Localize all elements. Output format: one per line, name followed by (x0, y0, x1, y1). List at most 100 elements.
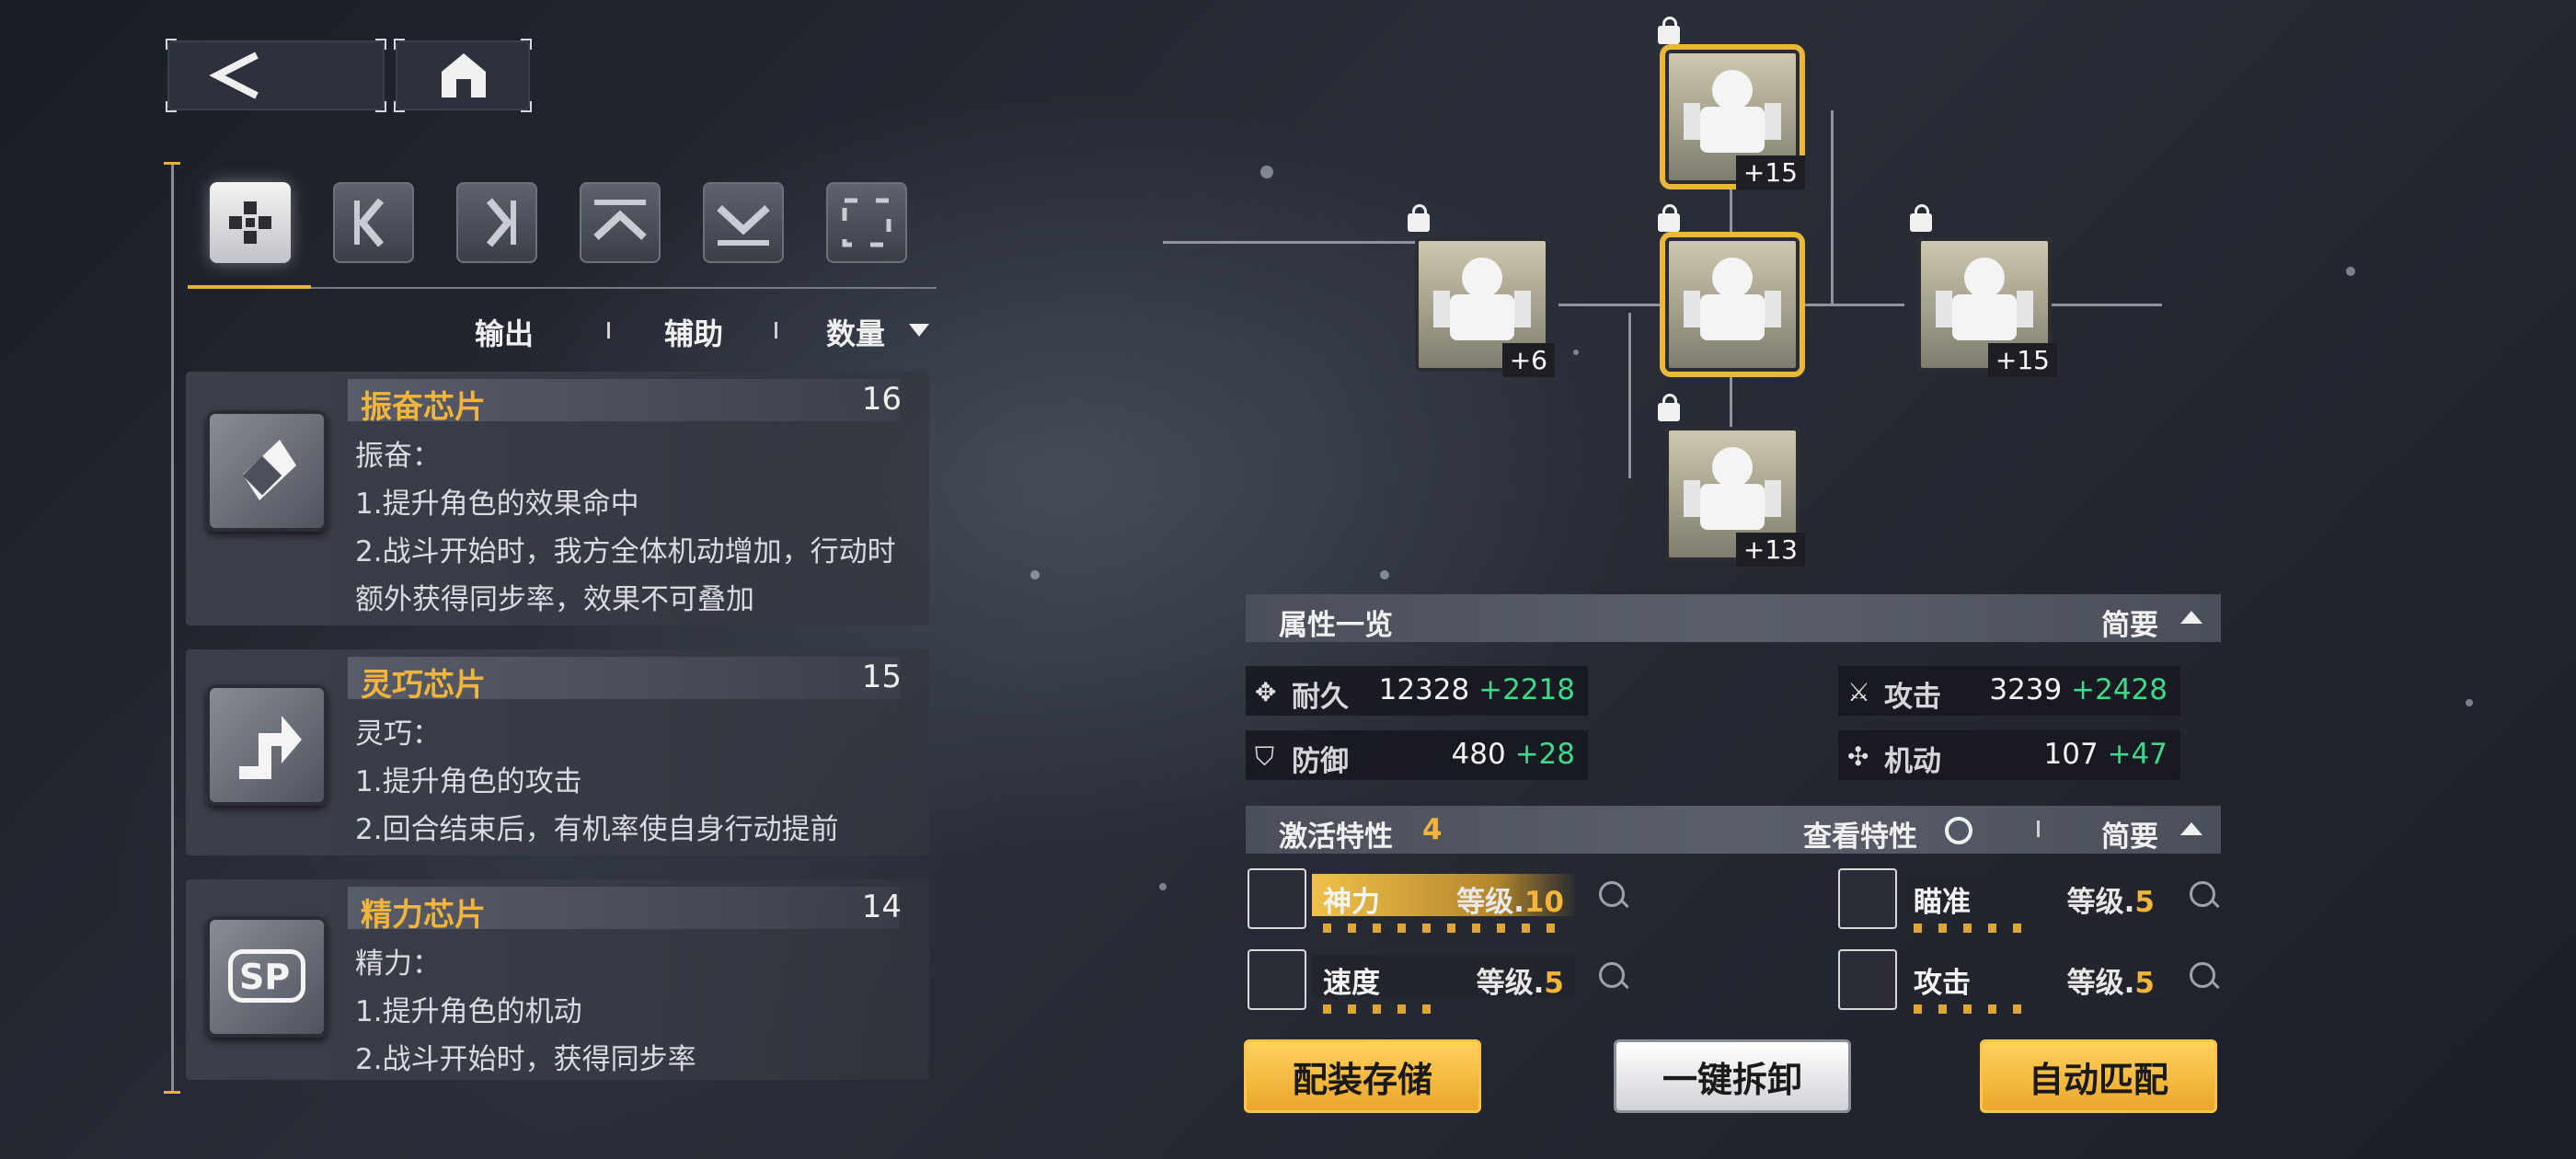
filter-active-underline (188, 285, 311, 289)
chip-desc: 精力： (355, 947, 441, 981)
home-button[interactable] (394, 39, 532, 112)
filter-left[interactable] (333, 182, 414, 263)
trait-item[interactable]: 攻击 等级.5 (1838, 949, 2225, 1014)
attack-trait-icon (1838, 949, 1897, 1010)
stat-mobility: ✣ 机动 107 +47 (1838, 730, 2180, 780)
traits-toggle[interactable]: 简要 (2101, 813, 2158, 855)
save-loadout-button[interactable]: 配装存储 (1244, 1039, 1481, 1113)
stat-defense: ⛉ 防御 480 +28 (1246, 730, 1588, 780)
auto-match-button[interactable]: 自动匹配 (1980, 1039, 2217, 1113)
circuit-line (1628, 313, 1631, 478)
circuit-line (1730, 184, 1732, 239)
circuit-line (1831, 110, 1834, 304)
chip-desc: 额外获得同步率，效果不可叠加 (355, 583, 754, 616)
stat-durability: ✥ 耐久 12328 +2218 (1246, 666, 1588, 716)
all-filter-icon (229, 201, 271, 244)
chip-desc: 2.战斗开始时，获得同步率 (355, 1043, 696, 1076)
collapse-icon[interactable] (2180, 611, 2202, 624)
attributes-toggle[interactable]: 简要 (2101, 602, 2158, 643)
module-level: +13 (1735, 533, 1805, 567)
chip-desc: 1.提升角色的效果命中 (355, 488, 639, 521)
sort-output[interactable]: 输出 (475, 311, 534, 353)
chip-desc: 1.提升角色的攻击 (355, 765, 582, 798)
chip-title: 灵巧芯片 (361, 667, 486, 704)
up-chevron-filter-icon (593, 200, 647, 240)
chip-card[interactable]: 灵巧芯片 15 灵巧： 1.提升角色的攻击 2.回合结束后，有机率使自身行动提前 (186, 649, 929, 855)
chip-desc: 2.回合结束后，有机率使自身行动提前 (355, 813, 839, 846)
shield-icon: ⛉ (1255, 741, 1275, 772)
unequip-all-button[interactable]: 一键拆卸 (1614, 1039, 1851, 1113)
module-level: +15 (1987, 343, 2057, 377)
down-chevron-filter-icon (717, 205, 770, 246)
traits-title: 激活特性 (1279, 820, 1393, 854)
module-slot-bottom[interactable]: +13 (1658, 394, 1805, 567)
view-traits-button[interactable]: 查看特性 (1803, 813, 1917, 855)
trait-item[interactable]: 神力 等级.10 (1248, 868, 1634, 933)
module-slot-center[interactable] (1658, 204, 1800, 372)
collapse-icon[interactable] (2180, 822, 2202, 835)
traits-count: 4 (1422, 813, 1443, 846)
chip-card[interactable]: SP 精力芯片 14 精力： 1.提升角色的机动 2.战斗开始时，获得同步率 (186, 879, 929, 1080)
attributes-header: 属性一览 简要 (1246, 594, 2221, 642)
agile-chip-icon (206, 684, 328, 806)
chip-desc: 1.提升角色的机动 (355, 995, 582, 1028)
chip-desc: 振奋： (355, 440, 441, 473)
filter-up[interactable] (580, 182, 661, 263)
filter-frame[interactable] (826, 182, 907, 263)
lock-icon (1658, 17, 1680, 44)
module-slot-top[interactable]: +15 (1658, 17, 1805, 189)
module-slot-right[interactable]: +15 (1910, 204, 2057, 377)
rail-top-cap (164, 162, 180, 165)
filter-all[interactable] (210, 182, 291, 263)
filter-down[interactable] (703, 182, 784, 263)
energy-chip-icon: SP (206, 916, 328, 1038)
left-bracket-filter-icon (354, 198, 385, 247)
chip-desc: 2.战斗开始时，我方全体机动增加，行动时 (355, 535, 896, 568)
trait-item[interactable]: 速度 等级.5 (1248, 949, 1634, 1014)
chip-count: 14 (861, 889, 902, 925)
circuit-line (1558, 304, 1660, 306)
stat-attack: ⚔ 攻击 3239 +2428 (1838, 666, 2180, 716)
lock-icon (1658, 394, 1680, 421)
filter-right[interactable] (456, 182, 537, 263)
chip-card[interactable]: 振奋芯片 16 振奋： 1.提升角色的效果命中 2.战斗开始时，我方全体机动增加… (186, 372, 929, 625)
attack-icon: ⚔ (1847, 677, 1871, 707)
sort-dropdown-icon[interactable] (909, 324, 929, 337)
zoom-icon[interactable] (2190, 881, 2215, 907)
lock-icon (1910, 204, 1932, 232)
module-slot-left[interactable]: +6 (1408, 204, 1555, 377)
module-level: +6 (1501, 343, 1555, 377)
search-icon[interactable] (1945, 817, 1972, 844)
trait-progress (1914, 1004, 2033, 1014)
chip-count: 16 (861, 381, 902, 418)
sort-quantity[interactable]: 数量 (826, 311, 885, 353)
zoom-icon[interactable] (1599, 881, 1625, 907)
panel-rail (171, 164, 174, 1093)
back-arrow-icon (209, 52, 259, 99)
chip-title: 振奋芯片 (361, 389, 486, 426)
circuit-line (2052, 304, 2162, 306)
sort-separator (607, 322, 610, 339)
attributes-title: 属性一览 (1279, 609, 1393, 642)
back-button[interactable] (166, 39, 386, 112)
sort-support[interactable]: 辅助 (664, 311, 723, 353)
zoom-icon[interactable] (1599, 962, 1625, 988)
circuit-line (1803, 304, 1904, 306)
home-icon (442, 53, 486, 98)
durability-icon: ✥ (1255, 677, 1277, 707)
speed-icon (1248, 949, 1306, 1010)
chip-desc: 灵巧： (355, 717, 441, 751)
trait-progress (1914, 924, 2033, 933)
trait-progress (1323, 924, 1571, 933)
lock-icon (1408, 204, 1430, 232)
trait-progress (1323, 1004, 1443, 1014)
trait-item[interactable]: 瞄准 等级.5 (1838, 868, 2225, 933)
traits-header: 激活特性 4 查看特性 简要 (1246, 806, 2221, 854)
chip-count: 15 (861, 659, 902, 695)
sort-separator (775, 322, 777, 339)
module-level: +15 (1735, 155, 1805, 189)
circuit-line (1163, 241, 1420, 244)
mobility-icon: ✣ (1847, 741, 1869, 772)
zoom-icon[interactable] (2190, 962, 2215, 988)
rail-bottom-cap (164, 1091, 180, 1094)
